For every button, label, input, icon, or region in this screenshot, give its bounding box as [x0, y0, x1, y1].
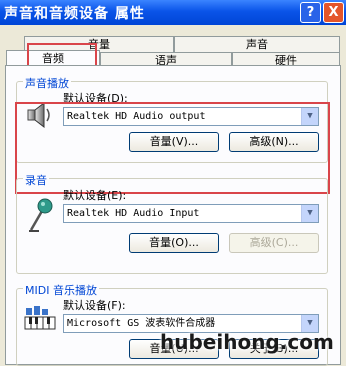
midi-title: MIDI 音乐播放 — [23, 282, 99, 298]
recording-title: 录音 — [23, 172, 49, 188]
playback-title: 声音播放 — [23, 75, 71, 91]
tab-panel: 声音播放 默认设备(D): Realtek HD Audio output ▼ … — [5, 65, 341, 366]
midi-group: MIDI 音乐播放 默认设备(F): Microsoft GS 波表软件合成器 … — [16, 282, 328, 366]
dialog-body: 音量 声音 音频 语声 硬件 声音播放 默认设备(D): Realtek HD … — [0, 25, 346, 366]
window-title: 声音和音频设备 属性 — [4, 6, 145, 22]
recording-advanced-button: 高级(C)... — [229, 233, 319, 253]
recording-default-label: 默认设备(E): — [63, 189, 127, 202]
recording-device-value: Realtek HD Audio Input — [67, 208, 200, 219]
watermark: hubeihong.com — [160, 330, 334, 354]
midi-keyboard-icon — [24, 306, 56, 330]
tab-sounds[interactable]: 声音 — [174, 36, 340, 53]
close-button[interactable]: X — [323, 2, 344, 23]
midi-default-label: 默认设备(F): — [63, 299, 126, 312]
recording-volume-button[interactable]: 音量(O)... — [129, 233, 219, 253]
chevron-down-icon[interactable]: ▼ — [301, 205, 318, 222]
title-bar: 声音和音频设备 属性 ? X — [0, 0, 346, 25]
recording-group: 录音 默认设备(E): Realtek HD Audio Input ▼ 音量(… — [16, 172, 328, 274]
microphone-icon — [29, 198, 53, 232]
midi-device-value: Microsoft GS 波表软件合成器 — [67, 318, 216, 329]
help-button[interactable]: ? — [300, 2, 321, 23]
recording-device-select[interactable]: Realtek HD Audio Input ▼ — [63, 204, 319, 223]
